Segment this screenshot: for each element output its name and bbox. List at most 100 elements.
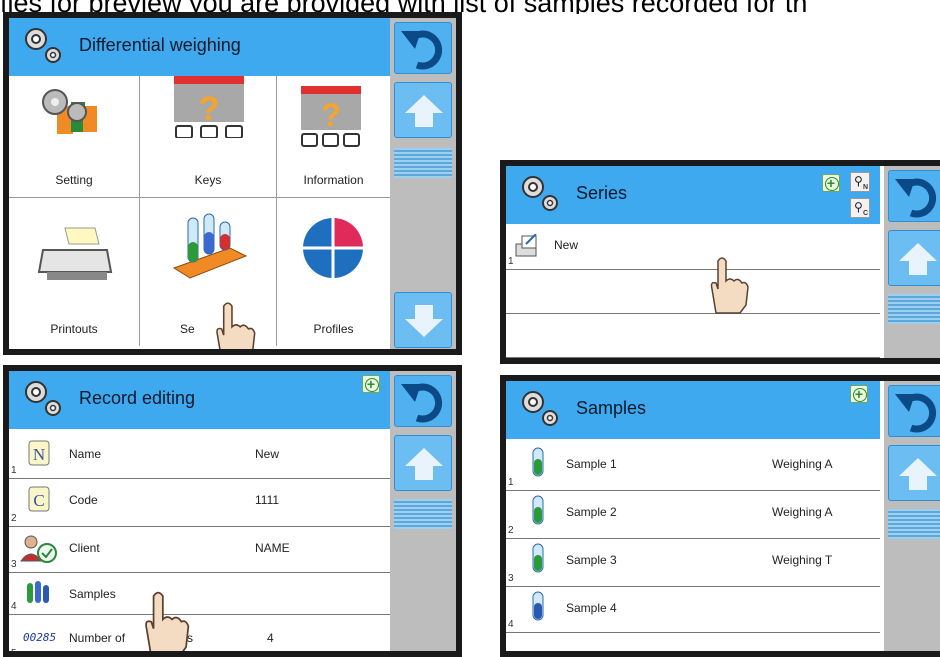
field-label: Number of: [69, 631, 126, 645]
item-label: New: [554, 238, 579, 252]
back-button[interactable]: [394, 375, 452, 427]
scroll-up-button[interactable]: [394, 82, 452, 138]
information-help-icon: ?: [301, 86, 361, 147]
scroll-thumb[interactable]: [888, 294, 940, 324]
scroll-up-button[interactable]: [394, 435, 452, 491]
arrow-down-icon: [405, 305, 443, 337]
field-label: Samples: [69, 587, 116, 601]
tile-label: Profiles: [313, 322, 354, 336]
svg-text:C: C: [33, 491, 44, 510]
item-number: 1: [508, 256, 514, 267]
scroll-thumb[interactable]: [394, 499, 452, 529]
arrow-up-icon: [405, 95, 443, 127]
row-number: 2: [508, 525, 514, 536]
add-button[interactable]: [822, 174, 840, 192]
sample-name: Sample 2: [566, 505, 617, 519]
gears-icon: [25, 381, 61, 416]
printer-icon: [37, 227, 113, 280]
screen-record-editing: Record editing N Name New 1 C Code 1111: [3, 365, 462, 657]
sidebar: [390, 371, 456, 651]
search-by-code-button[interactable]: ⚲ C: [850, 198, 870, 218]
settings-gears-icon: [42, 89, 97, 134]
record-row-code[interactable]: C Code 1111 2: [9, 479, 390, 527]
sample-mode: Weighing T: [772, 553, 833, 567]
profiles-circle-icon: [303, 218, 363, 278]
list-item[interactable]: Sample 1 Weighing A 1: [506, 443, 880, 491]
search-by-name-button[interactable]: ⚲ N: [850, 172, 870, 192]
tile-printouts[interactable]: Printouts: [9, 198, 140, 346]
field-label: Name: [69, 447, 102, 461]
counter-icon: 00285: [23, 631, 57, 644]
header: Record editing: [9, 371, 390, 429]
tile-label: Information: [303, 173, 364, 187]
back-button[interactable]: [888, 385, 940, 437]
screen-title: Record editing: [79, 388, 196, 408]
test-tube-icon: [532, 591, 544, 621]
undo-arrow-icon: [895, 178, 937, 218]
keys-help-icon: ?: [174, 76, 244, 138]
back-button[interactable]: [888, 170, 940, 222]
tile-setting[interactable]: Setting: [9, 76, 140, 198]
scroll-thumb[interactable]: [394, 148, 452, 178]
sidebar: [884, 166, 940, 358]
scroll-up-button[interactable]: [888, 445, 940, 501]
add-button[interactable]: [362, 375, 380, 393]
sample-name: Sample 4: [566, 601, 617, 615]
test-tube-icon: [532, 447, 544, 477]
field-label: Code: [69, 493, 98, 507]
tile-keys[interactable]: ? Keys: [140, 76, 277, 198]
scroll-down-button[interactable]: [394, 292, 452, 348]
back-button[interactable]: [394, 22, 452, 74]
sample-name: Sample 1: [566, 457, 617, 471]
field-value: NAME: [255, 541, 290, 555]
screen-series: Series ⚲ N ⚲ C New 1: [500, 160, 940, 364]
field-value: 1111: [255, 493, 280, 507]
screen-title: Series: [576, 183, 628, 203]
header: Series ⚲ N ⚲ C: [506, 166, 880, 224]
sidebar: [884, 381, 940, 651]
pointing-hand-icon: [216, 302, 256, 349]
pointing-hand-icon: [145, 591, 190, 651]
row-number: 2: [11, 513, 17, 524]
list-item[interactable]: [506, 270, 880, 314]
list-item[interactable]: Sample 3 Weighing T 3: [506, 539, 880, 587]
add-button[interactable]: [850, 385, 868, 403]
list-item[interactable]: [506, 314, 880, 358]
row-number: 3: [11, 559, 17, 570]
search-label: C: [862, 210, 868, 217]
gears-icon: [522, 176, 558, 211]
sample-name: Sample 3: [566, 553, 617, 567]
letter-n-icon: N: [28, 440, 50, 466]
record-row-samples[interactable]: Samples 4: [9, 573, 390, 615]
list-item[interactable]: New 1: [506, 224, 880, 270]
tile-label: Keys: [194, 173, 222, 187]
screen-differential-weighing: Differential weighing Setting ? Keys ? I…: [3, 12, 462, 355]
header: Differential weighing: [9, 18, 390, 76]
undo-arrow-icon: [401, 30, 443, 70]
new-record-icon: [515, 234, 537, 257]
list-item[interactable]: Sample 2 Weighing A 2: [506, 491, 880, 539]
row-number: 1: [508, 477, 514, 488]
record-row-client[interactable]: Client NAME 3: [9, 527, 390, 573]
tile-label: Printouts: [50, 322, 98, 336]
magnifier-icon: ⚲: [854, 200, 863, 214]
record-row-name[interactable]: N Name New 1: [9, 433, 390, 479]
scroll-up-button[interactable]: [888, 230, 940, 286]
svg-text:?: ?: [199, 90, 220, 128]
record-row-number-of-samples[interactable]: 00285 Number of s 4 5: [9, 615, 390, 651]
sidebar: [390, 18, 456, 349]
tile-information[interactable]: ? Information: [277, 76, 390, 198]
field-value: 4: [267, 631, 274, 645]
pointing-hand-icon: [710, 257, 749, 314]
test-tube-icon: [532, 495, 544, 525]
test-tubes-icon: [172, 213, 248, 279]
client-icon: [20, 535, 57, 563]
scroll-thumb[interactable]: [888, 509, 940, 539]
magnifier-icon: ⚲: [854, 174, 863, 188]
field-label: Client: [69, 541, 100, 555]
sample-mode: Weighing A: [772, 457, 833, 471]
list-item[interactable]: Sample 4 4: [506, 587, 880, 633]
row-number: 4: [508, 619, 514, 630]
svg-text:?: ?: [321, 97, 341, 133]
tile-profiles[interactable]: Profiles: [277, 198, 390, 346]
